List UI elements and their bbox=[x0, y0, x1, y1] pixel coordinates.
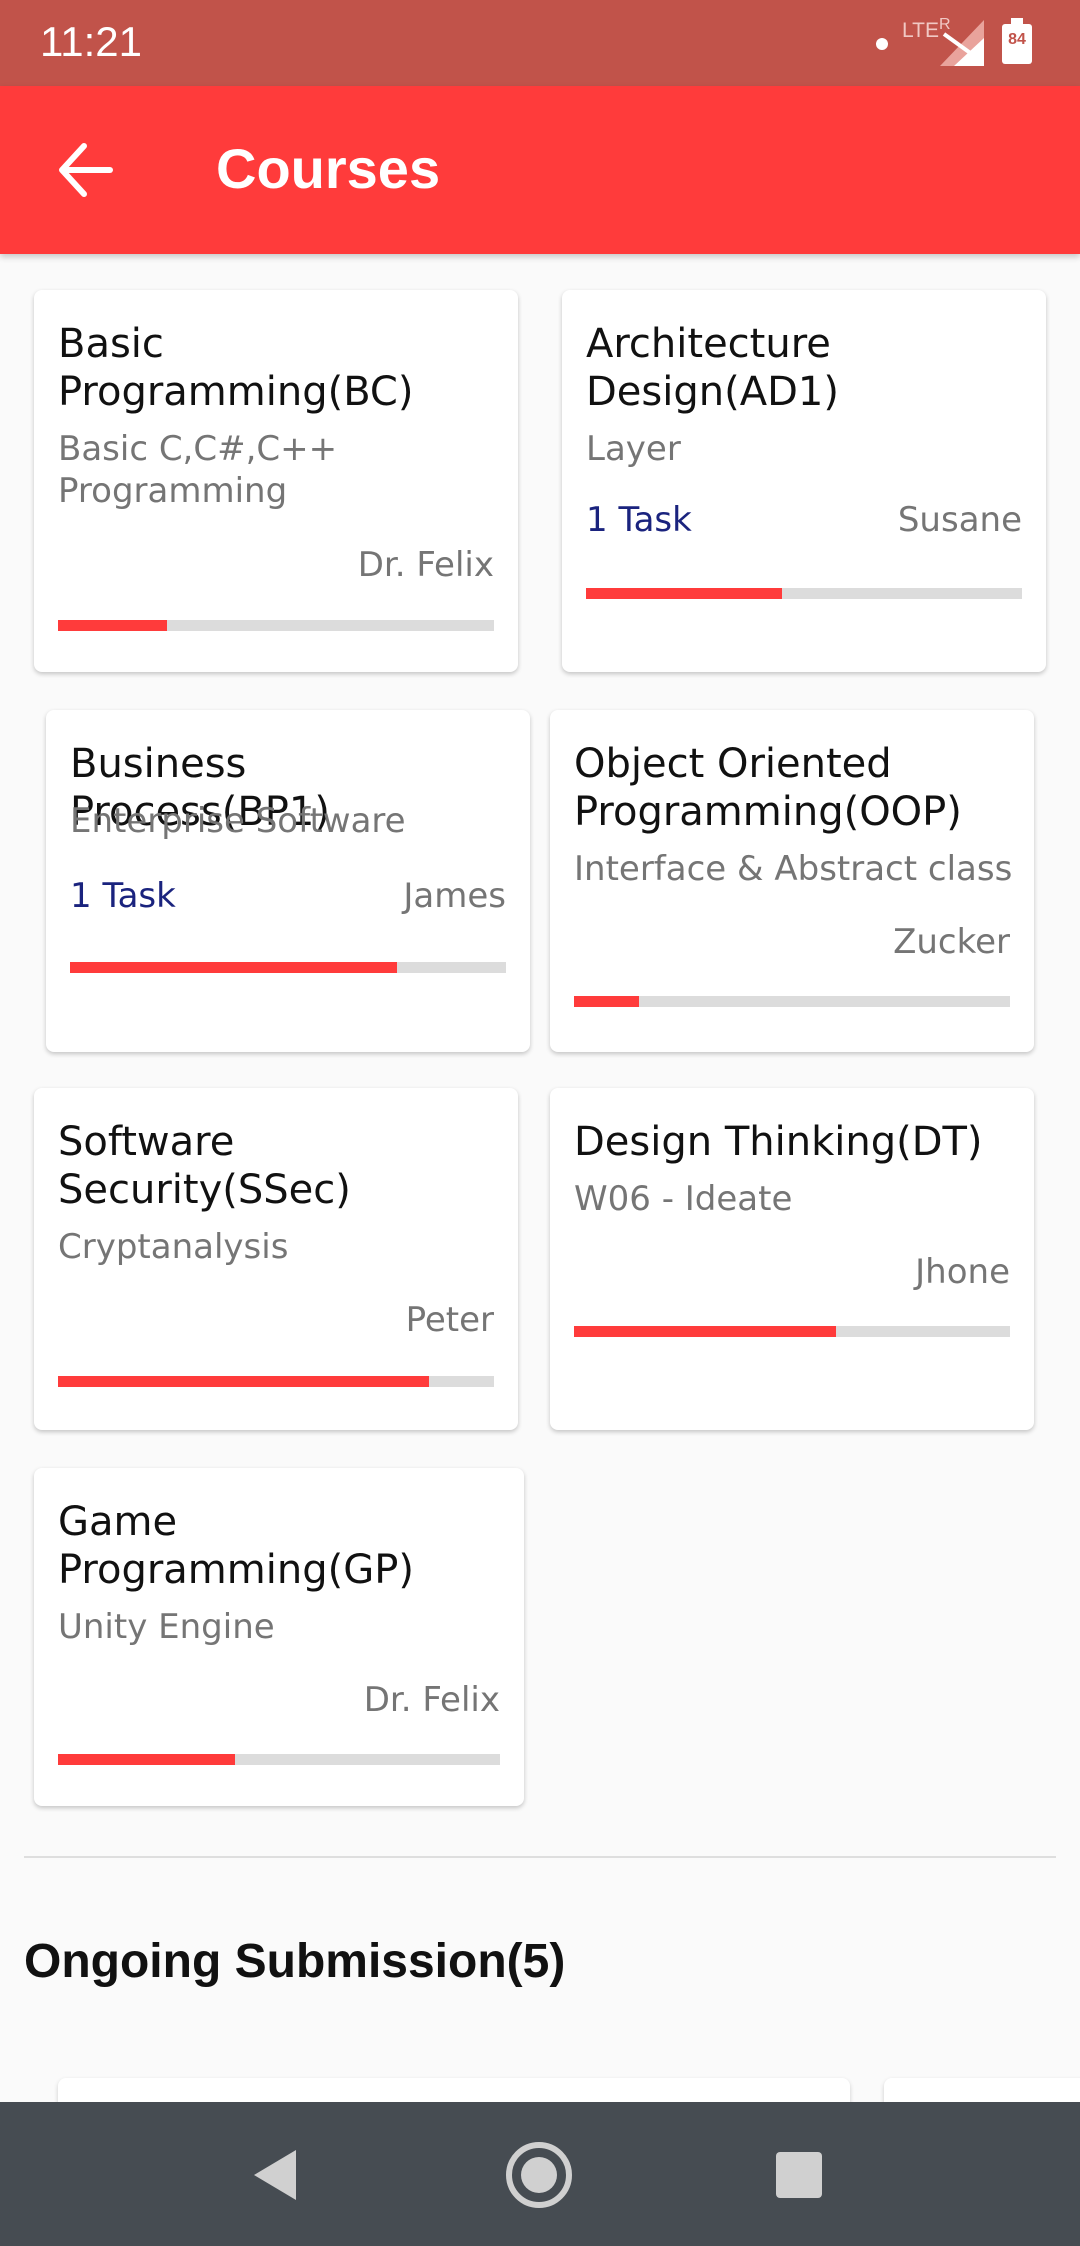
page-title: Courses bbox=[216, 137, 441, 200]
nav-back-icon[interactable] bbox=[252, 2148, 300, 2202]
app-bar: Courses bbox=[0, 86, 1080, 254]
course-teacher: James bbox=[403, 876, 506, 916]
course-subtitle: W06 - Ideate bbox=[574, 1179, 793, 1219]
course-card-business-process[interactable]: Business Process(BP1) Enterprise Softwar… bbox=[46, 710, 530, 1052]
status-time: 11:21 bbox=[40, 18, 142, 65]
course-subtitle: Interface & Abstract class bbox=[574, 849, 1013, 889]
course-subtitle: Layer bbox=[586, 429, 681, 469]
status-bar: 11:21 LTER 84 bbox=[0, 0, 1080, 86]
course-teacher: Susane bbox=[897, 500, 1022, 540]
course-task-count[interactable]: 1 Task bbox=[70, 876, 176, 916]
course-progress-fill bbox=[58, 1376, 429, 1387]
course-subtitle: Cryptanalysis bbox=[58, 1227, 289, 1267]
course-teacher: Zucker bbox=[893, 922, 1010, 962]
course-progress-fill bbox=[70, 962, 397, 973]
ongoing-submission-title: Ongoing Submission(5) bbox=[24, 1935, 566, 1988]
notification-dot-icon bbox=[876, 38, 888, 50]
course-card-architecture-design[interactable]: Architecture Design(AD1) Layer 1 Task Su… bbox=[562, 290, 1046, 672]
course-progress-fill bbox=[574, 996, 640, 1007]
course-card-game-programming[interactable]: Game Programming(GP) Unity Engine Dr. Fe… bbox=[34, 1468, 524, 1806]
course-progress-bar bbox=[58, 620, 494, 631]
nav-recent-apps-icon[interactable] bbox=[776, 2152, 822, 2198]
course-progress-bar bbox=[574, 1326, 1010, 1337]
signal-icon bbox=[940, 20, 984, 66]
course-progress-bar bbox=[586, 588, 1022, 599]
section-divider bbox=[24, 1856, 1056, 1858]
system-nav-bar bbox=[0, 2102, 1080, 2246]
course-subtitle: Basic C,C#,C++ Programming bbox=[58, 429, 338, 511]
course-teacher: Dr. Felix bbox=[363, 1680, 500, 1720]
course-title: Software Security(SSec) bbox=[58, 1119, 351, 1213]
course-title: Basic Programming(BC) bbox=[58, 321, 414, 415]
course-progress-bar bbox=[70, 962, 506, 973]
course-teacher: Peter bbox=[405, 1300, 494, 1340]
course-title: Architecture Design(AD1) bbox=[586, 321, 839, 415]
battery-level: 84 bbox=[1008, 31, 1026, 48]
course-teacher: Jhone bbox=[915, 1252, 1010, 1292]
course-card-design-thinking[interactable]: Design Thinking(DT) W06 - Ideate Jhone bbox=[550, 1088, 1034, 1430]
course-progress-fill bbox=[574, 1326, 836, 1337]
course-title: Object Oriented Programming(OOP) bbox=[574, 741, 962, 835]
course-task-count[interactable]: 1 Task bbox=[586, 500, 692, 540]
course-teacher: Dr. Felix bbox=[357, 545, 494, 585]
course-subtitle: Unity Engine bbox=[58, 1607, 275, 1647]
course-progress-fill bbox=[58, 1754, 235, 1765]
course-subtitle: Enterprise Software bbox=[70, 801, 406, 841]
course-progress-bar bbox=[58, 1376, 494, 1387]
course-progress-bar bbox=[58, 1754, 500, 1765]
course-progress-fill bbox=[586, 588, 783, 599]
nav-home-dot bbox=[521, 2157, 557, 2193]
course-card-basic-programming[interactable]: Basic Programming(BC) Basic C,C#,C++ Pro… bbox=[34, 290, 518, 672]
course-progress-fill bbox=[58, 620, 167, 631]
course-title: Game Programming(GP) bbox=[58, 1499, 414, 1593]
course-card-object-oriented-programming[interactable]: Object Oriented Programming(OOP) Interfa… bbox=[550, 710, 1034, 1052]
course-title: Design Thinking(DT) bbox=[574, 1119, 983, 1165]
course-progress-bar bbox=[574, 996, 1010, 1007]
course-card-software-security[interactable]: Software Security(SSec) Cryptanalysis Pe… bbox=[34, 1088, 518, 1430]
back-arrow-icon[interactable] bbox=[54, 138, 118, 202]
